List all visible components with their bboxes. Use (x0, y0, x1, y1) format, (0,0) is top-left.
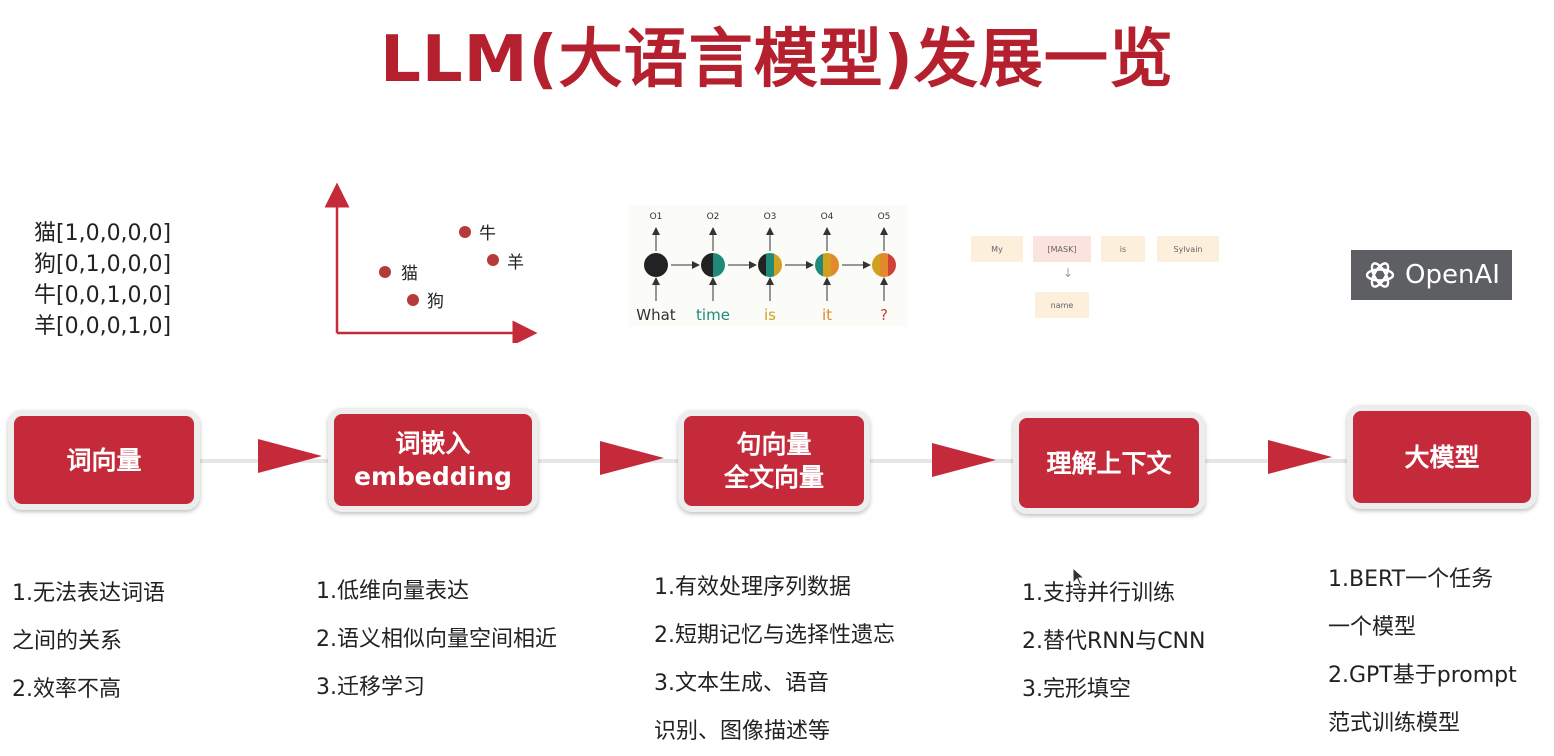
rnn-input-word: time (696, 306, 730, 324)
one-hot-list: 猫[1,0,0,0,0] 狗[0,1,0,0,0] 牛[0,0,1,0,0] 羊… (34, 218, 171, 342)
note-line: 3.完形填空 (1022, 677, 1131, 702)
rnn-input-word: ? (880, 306, 888, 324)
note-line: 1.BERT一个任务 (1328, 567, 1494, 592)
openai-logo: OpenAI (1351, 250, 1512, 300)
note-line: 1.有效处理序列数据 (654, 575, 851, 600)
scatter-point-dot (487, 254, 499, 266)
notes-sentence-vector: 1.有效处理序列数据 2.短期记忆与选择性遗忘 3.文本生成、语音 识别、图像描… (654, 564, 895, 756)
stage-context-understanding: 理解上下文 (1013, 412, 1205, 514)
one-hot-row: 猫[1,0,0,0,0] (34, 221, 172, 246)
bert-token: Sylvain (1157, 236, 1219, 262)
note-line: 2.短期记忆与选择性遗忘 (654, 623, 895, 648)
stage-sentence-vector: 句向量 全文向量 (678, 410, 870, 512)
note-line: 一个模型 (1328, 615, 1417, 640)
rnn-node (815, 253, 839, 277)
scatter-point-dot (379, 266, 391, 278)
scatter-point-label: 猫 (401, 264, 418, 284)
stage-label: embedding (354, 462, 512, 491)
down-arrow-icon: ↓ (1063, 266, 1074, 280)
note-line: 1.低维向量表达 (316, 579, 469, 604)
stage-word-vector: 词向量 (8, 410, 200, 510)
scatter-point-dot (459, 226, 471, 238)
bert-token: is (1101, 236, 1145, 262)
note-line: 3.迁移学习 (316, 675, 425, 700)
one-hot-row: 牛[0,0,1,0,0] (34, 283, 172, 308)
note-line: 识别、图像描述等 (654, 719, 831, 744)
stage-label: 理解上下文 (1046, 448, 1172, 478)
mouse-cursor-icon (1072, 567, 1086, 587)
stage-label: 词向量 (66, 445, 142, 475)
rnn-node (701, 253, 725, 277)
embedding-scatter-plot: 牛 羊 猫 狗 (325, 183, 538, 343)
bert-mask-example: My [MASK] is Sylvain ↓ name (965, 228, 1225, 323)
one-hot-row: 狗[0,1,0,0,0] (34, 252, 172, 277)
note-line: 2.替代RNN与CNN (1022, 629, 1206, 654)
bert-mask-token: [MASK] (1033, 236, 1091, 262)
rnn-output-label: O1 (650, 212, 663, 222)
note-line: 2.GPT基于prompt (1328, 663, 1517, 688)
rnn-input-word: is (764, 306, 776, 324)
note-line: 2.效率不高 (12, 677, 121, 702)
notes-large-model: 1.BERT一个任务 一个模型 2.GPT基于prompt 范式训练模型 (1328, 556, 1517, 748)
rnn-svg: O1 What O2 time O3 is O4 it O5? (636, 212, 896, 324)
flow-arrow-icon (258, 439, 322, 473)
flow-arrow-icon (600, 441, 664, 475)
openai-knot-icon (1365, 262, 1395, 288)
stage-label: 句向量 (736, 430, 812, 459)
rnn-input-word: it (822, 306, 832, 324)
note-line: 范式训练模型 (1328, 711, 1461, 736)
rnn-node (872, 253, 896, 277)
notes-context-understanding: 1.支持并行训练 2.替代RNN与CNN 3.完形填空 (1022, 570, 1205, 714)
scatter-point-label: 羊 (507, 253, 524, 273)
note-line: 2.语义相似向量空间相近 (316, 627, 557, 652)
stage-label: 全文向量 (723, 463, 824, 492)
rnn-diagram: O1 What O2 time O3 is O4 it O5? (628, 205, 908, 327)
stage-large-model: 大模型 (1347, 405, 1537, 509)
rnn-output-label: O2 (707, 212, 720, 222)
note-line: 3.文本生成、语音 (654, 671, 829, 696)
one-hot-row: 羊[0,0,0,1,0] (34, 314, 172, 339)
scatter-point-label: 狗 (427, 292, 444, 312)
stage-label: 词嵌入 (395, 429, 471, 458)
bert-token: My (971, 236, 1023, 262)
page-title: LLM(大语言模型)发展一览 (380, 23, 1174, 97)
flow-arrow-icon (932, 443, 996, 477)
scatter-point-dot (407, 294, 419, 306)
note-line: 之间的关系 (12, 629, 123, 654)
rnn-node (758, 253, 782, 277)
notes-word-embedding: 1.低维向量表达 2.语义相似向量空间相近 3.迁移学习 (316, 568, 557, 712)
flow-arrow-icon (1268, 440, 1332, 474)
scatter-point-label: 牛 (479, 224, 496, 244)
stage-word-embedding: 词嵌入 embedding (328, 408, 538, 512)
bert-prediction: name (1035, 292, 1089, 318)
rnn-output-label: O5 (878, 212, 891, 222)
rnn-input-word: What (636, 306, 676, 324)
note-line: 1.无法表达词语 (12, 581, 165, 606)
notes-word-vector: 1.无法表达词语 之间的关系 2.效率不高 (12, 570, 165, 714)
stage-label: 大模型 (1404, 442, 1480, 472)
rnn-output-label: O4 (821, 212, 834, 222)
note-line: 1.支持并行训练 (1022, 581, 1175, 606)
rnn-node (644, 253, 668, 277)
openai-label: OpenAI (1405, 260, 1500, 290)
rnn-output-label: O3 (764, 212, 777, 222)
